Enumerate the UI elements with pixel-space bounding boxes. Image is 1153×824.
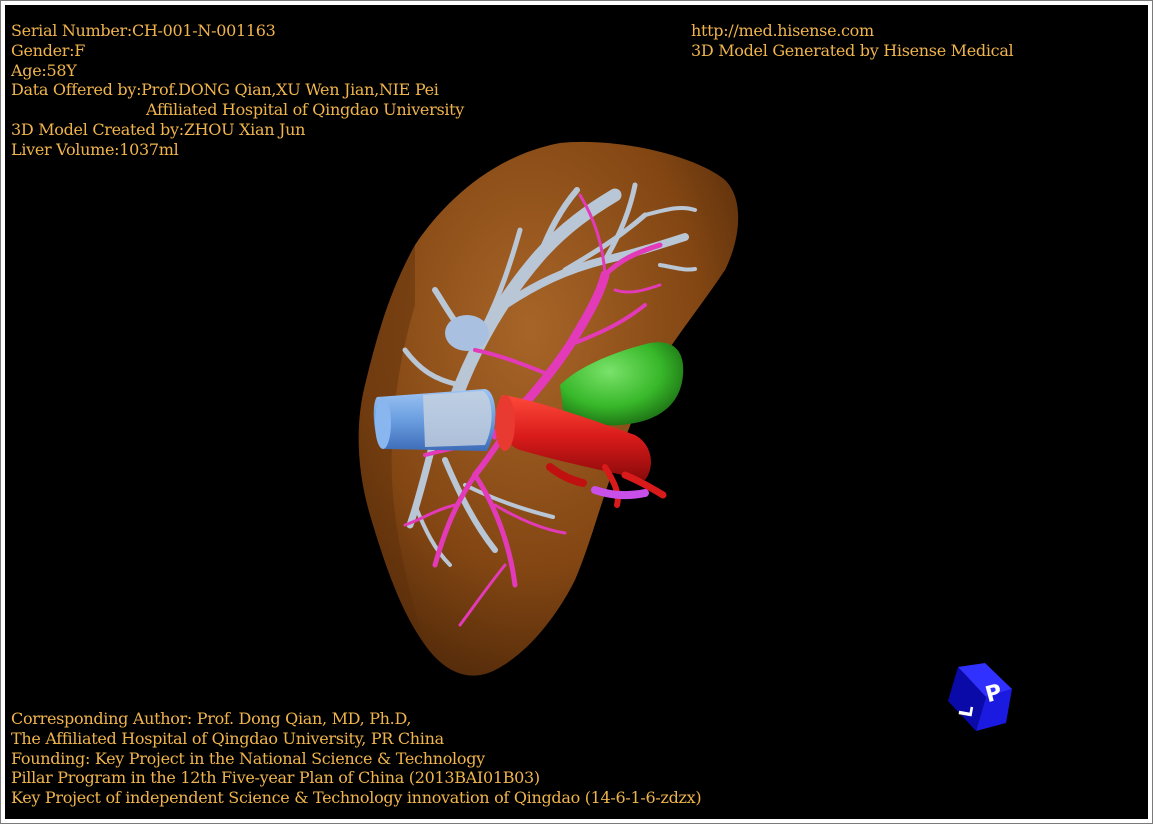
- model-created-by: 3D Model Created by:ZHOU Xian Jun: [11, 119, 306, 139]
- key-project: Key Project of independent Science & Tec…: [11, 788, 702, 808]
- liver-volume: Liver Volume:1037ml: [11, 139, 179, 159]
- brand-block: http://med.hisense.com 3D Model Generate…: [691, 21, 1014, 61]
- age: Age:58Y: [11, 60, 77, 80]
- orientation-cube-icon[interactable]: P L: [940, 657, 1020, 737]
- gender: Gender:F: [11, 40, 86, 60]
- brand-url: http://med.hisense.com: [691, 21, 874, 40]
- patient-info-block: Serial Number:CH-001-N-001163 Gender:F A…: [11, 21, 464, 160]
- corresponding-author: Corresponding Author: Prof. Dong Qian, M…: [11, 709, 412, 728]
- hospital-name: Affiliated Hospital of Qingdao Universit…: [146, 100, 465, 120]
- viewer-frame: Serial Number:CH-001-N-001163 Gender:F A…: [0, 0, 1153, 824]
- 3d-viewport[interactable]: Serial Number:CH-001-N-001163 Gender:F A…: [5, 5, 1148, 819]
- founding: Founding: Key Project in the National Sc…: [11, 748, 485, 768]
- credits-block: Corresponding Author: Prof. Dong Qian, M…: [11, 709, 702, 808]
- brand-generated-by: 3D Model Generated by Hisense Medical: [691, 40, 1014, 60]
- serial-number: Serial Number:CH-001-N-001163: [11, 21, 276, 40]
- data-offered-by: Data Offered by:Prof.DONG Qian,XU Wen Ji…: [11, 80, 439, 100]
- hepatic-vein-confluence: [445, 315, 489, 351]
- pillar-program: Pillar Program in the 12th Five-year Pla…: [11, 768, 540, 788]
- bile-duct: [591, 486, 649, 500]
- affiliation: The Affiliated Hospital of Qingdao Unive…: [11, 728, 444, 748]
